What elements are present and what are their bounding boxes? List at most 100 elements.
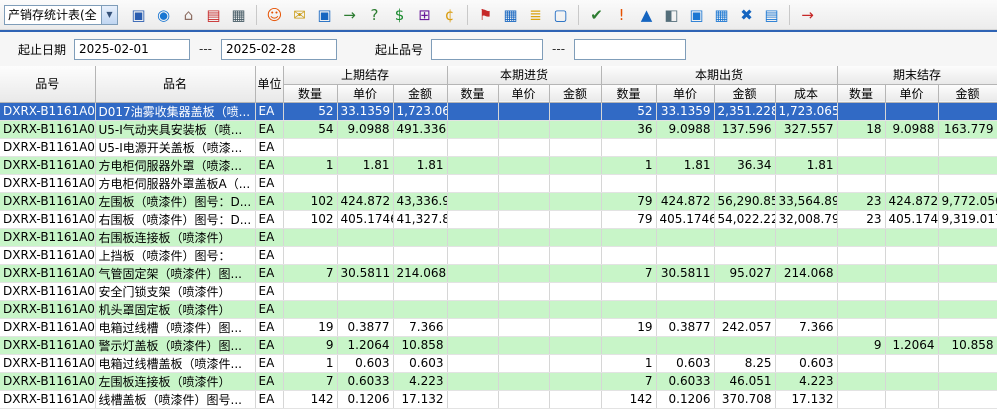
forward-icon[interactable]: → [337,3,362,27]
cell-value: 43,336.946 [393,192,447,210]
table-row[interactable]: DXRX-B1161A0...警示灯盖板（喷漆件）图...EA91.206410… [0,336,997,354]
sub-col-header-0-2[interactable]: 金额 [393,84,447,102]
sub-col-header-3-0[interactable]: 数量 [837,84,885,102]
cell-item-name: 方电柜伺服器外罩（喷漆... [95,156,255,174]
database-icon[interactable]: ≣ [523,3,548,27]
exit-icon[interactable]: → [795,3,820,27]
col-group-end-balance[interactable]: 期末结存 [837,66,997,84]
sub-col-header-1-1[interactable]: 单价 [498,84,549,102]
cell-value [885,174,938,192]
cell-value: 424.872 [337,192,393,210]
cell-value: 1.81 [775,156,837,174]
cell-item-no: DXRX-B1161A0... [0,282,95,300]
table-row[interactable]: DXRX-B1161A0...U5-I电源开关盖板（喷漆...EA [0,138,997,156]
coins-icon[interactable]: ¢ [437,3,462,27]
cell-value: 405.1746 [656,210,714,228]
cell-value [714,228,775,246]
cell-value: 163.779 [938,120,997,138]
globe-icon[interactable]: ◉ [151,3,176,27]
cell-value: 56,290.855 [714,192,775,210]
sub-col-header-2-1[interactable]: 单价 [656,84,714,102]
table-row[interactable]: DXRX-B1161A0...电箱过线槽（喷漆件）图...EA190.38777… [0,318,997,336]
date-from-input[interactable] [74,39,190,60]
cell-value [775,336,837,354]
mail-icon[interactable]: ✉ [287,3,312,27]
col-group-prev-balance[interactable]: 上期结存 [283,66,447,84]
item-range-label: 起止品号 [375,41,423,58]
save-icon[interactable]: ▣ [312,3,337,27]
alert-icon[interactable]: ! [609,3,634,27]
report-type-dropdown[interactable]: 产销存统计表(全 ▼ [4,5,118,25]
col-header-item-name[interactable]: 品名 [95,66,255,102]
cell-value: 370.708 [714,390,775,408]
close-icon[interactable]: ✖ [734,3,759,27]
sub-col-header-1-2[interactable]: 金额 [549,84,601,102]
col-group-purchases[interactable]: 本期进货 [447,66,601,84]
dollar-icon[interactable]: $ [387,3,412,27]
col-header-item-no[interactable]: 品号 [0,66,95,102]
table-icon[interactable]: ▦ [498,3,523,27]
sub-col-header-0-1[interactable]: 单价 [337,84,393,102]
table-row[interactable]: DXRX-B1161A0...左围板（喷漆件）图号：D...EA102424.8… [0,192,997,210]
table-row[interactable]: DXRX-B1161A0...机头罩固定板（喷漆件）EA [0,300,997,318]
cell-value: 1.2064 [885,336,938,354]
calculator-icon[interactable]: ▦ [226,3,251,27]
cell-value [447,282,498,300]
cell-value: 46.051 [714,372,775,390]
cell-value: 1 [601,156,656,174]
sub-col-header-2-3[interactable]: 成本 [775,84,837,102]
cell-value [498,174,549,192]
col-header-unit[interactable]: 单位 [255,66,283,102]
cell-value: 0.3877 [656,318,714,336]
table-row[interactable]: DXRX-B1161A0...方电柜伺服器外罩（喷漆...EA11.811.81… [0,156,997,174]
cart-icon[interactable]: ⊞ [412,3,437,27]
cell-item-name: 机头罩固定板（喷漆件） [95,300,255,318]
window-icon[interactable]: ▢ [548,3,573,27]
date-to-input[interactable] [221,39,337,60]
table-row[interactable]: DXRX-B1161A0...D017油雾收集器盖板（喷...EA5233.13… [0,102,997,120]
chart-icon[interactable]: ▲ [634,3,659,27]
toolbar-icons: ▣◉⌂▤▦☺✉▣→?$⊞¢⚑▦≣▢✔!▲◧▣▦✖▤→ [126,3,820,27]
factory-icon[interactable]: ◧ [659,3,684,27]
sub-col-header-3-2[interactable]: 金额 [938,84,997,102]
table-row[interactable]: DXRX-B1161A0...U5-I气动夹具安装板（喷...EA549.098… [0,120,997,138]
cell-value: 214.068 [775,264,837,282]
table-row[interactable]: DXRX-B1161A0...方电柜伺服器外罩盖板A（...EA [0,174,997,192]
chevron-down-icon[interactable]: ▼ [101,6,117,24]
sub-col-header-3-1[interactable]: 单价 [885,84,938,102]
table-row[interactable]: DXRX-B1161A0...线槽盖板（喷漆件）图号...EA1420.1206… [0,390,997,408]
table-row[interactable]: DXRX-B1161A0...电箱过线槽盖板（喷漆件...EA10.6030.6… [0,354,997,372]
screen-icon[interactable]: ▣ [684,3,709,27]
item-from-input[interactable] [431,39,543,60]
cell-value [549,138,601,156]
cell-value: 7.366 [775,318,837,336]
users-icon[interactable]: ☺ [262,3,287,27]
check-icon[interactable]: ✔ [584,3,609,27]
grid-icon[interactable]: ▦ [709,3,734,27]
monitor-icon[interactable]: ▣ [126,3,151,27]
inventory-table: 品号 品名 单位 上期结存 本期进货 本期出货 期末结存 数量单价金额数量单价金… [0,66,997,409]
sub-col-header-2-2[interactable]: 金额 [714,84,775,102]
cell-value [837,228,885,246]
sub-col-header-0-0[interactable]: 数量 [283,84,337,102]
cell-value [938,300,997,318]
cell-value [283,282,337,300]
table-row[interactable]: DXRX-B1161A0...上挡板（喷漆件）图号：EA [0,246,997,264]
table-row[interactable]: DXRX-B1161A0...气管固定架（喷漆件）图...EA730.58112… [0,264,997,282]
col-group-shipments[interactable]: 本期出货 [601,66,837,84]
sub-col-header-1-0[interactable]: 数量 [447,84,498,102]
home-icon[interactable]: ⌂ [176,3,201,27]
cell-item-name: 电箱过线槽（喷漆件）图... [95,318,255,336]
table-row[interactable]: DXRX-B1161A0...右围板（喷漆件）图号：D...EA102405.1… [0,210,997,228]
cell-value [498,336,549,354]
printer-icon[interactable]: ▤ [201,3,226,27]
item-to-input[interactable] [574,39,686,60]
cell-item-name: 警示灯盖板（喷漆件）图... [95,336,255,354]
table-row[interactable]: DXRX-B1161A0...右围板连接板（喷漆件）EA [0,228,997,246]
help-icon[interactable]: ? [362,3,387,27]
print-preview-icon[interactable]: ▤ [759,3,784,27]
sub-col-header-2-0[interactable]: 数量 [601,84,656,102]
table-row[interactable]: DXRX-B1161A0...安全门锁支架（喷漆件）EA [0,282,997,300]
flag-icon[interactable]: ⚑ [473,3,498,27]
table-row[interactable]: DXRX-B1161A0...左围板连接板（喷漆件）EA70.60334.223… [0,372,997,390]
